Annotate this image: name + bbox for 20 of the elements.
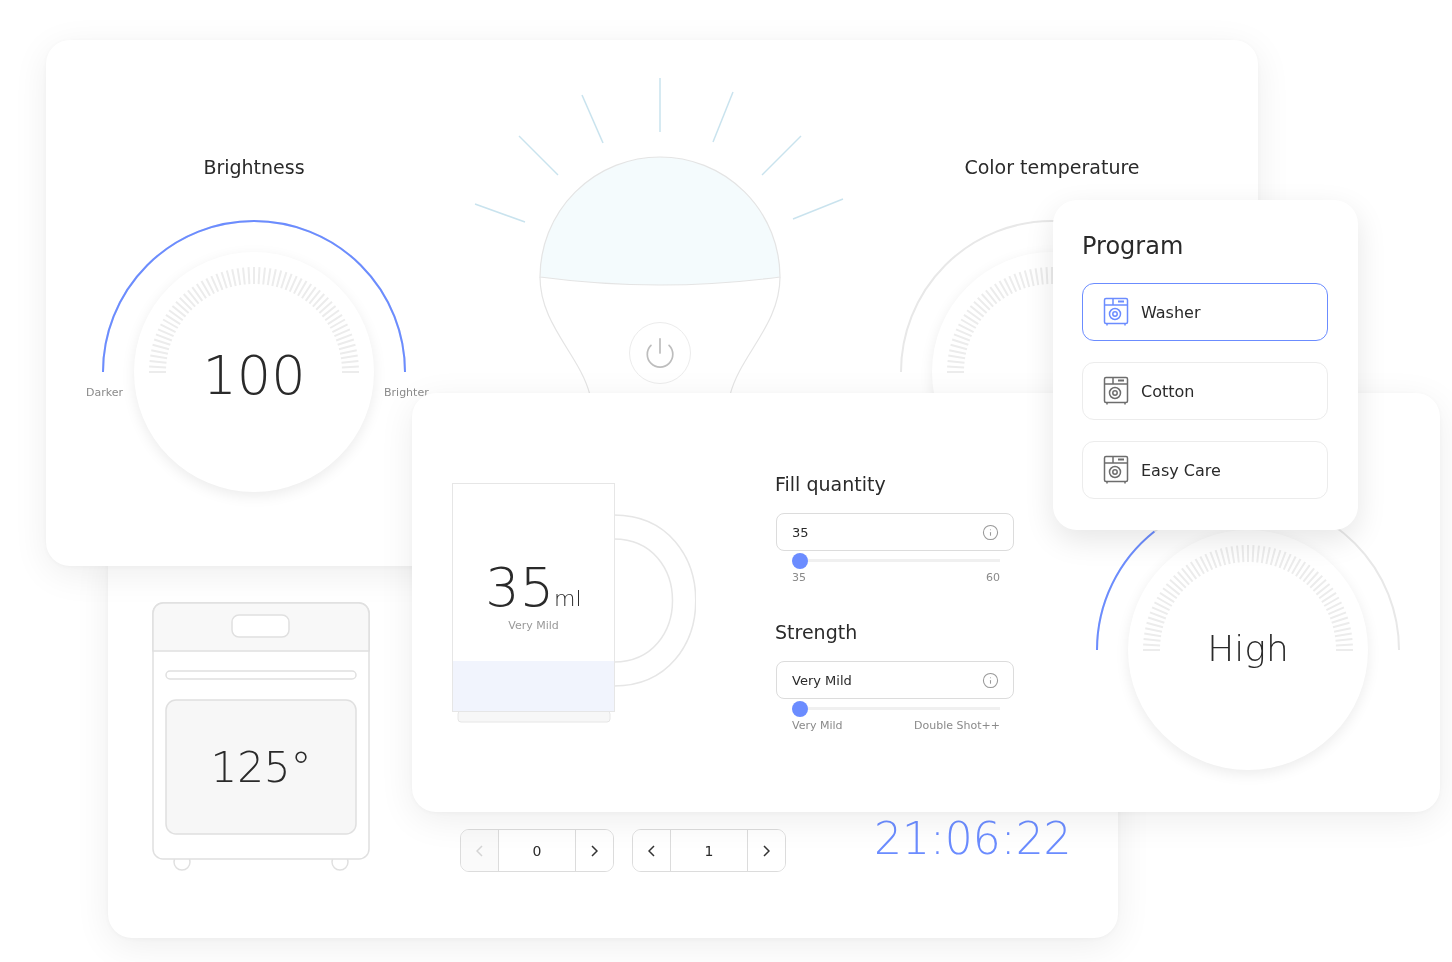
dial-title: Color temperature — [963, 156, 1141, 178]
min-label: Very Mild — [792, 719, 843, 732]
min-label: 35 — [792, 571, 806, 584]
dial-value: High — [1207, 631, 1289, 667]
field-value: Very Mild — [792, 672, 852, 688]
slider-label: Strength — [775, 621, 858, 643]
slider-label: Fill quantity — [775, 473, 886, 495]
dial-title: Brightness — [202, 156, 306, 178]
clock-time: 21:06:22 — [874, 813, 1072, 864]
stepper-value: 1 — [703, 841, 715, 861]
oven-temperature: 125° — [209, 743, 313, 792]
card-title: Program — [1082, 232, 1184, 260]
max-label: 60 — [986, 571, 1000, 584]
stepper-value: 0 — [531, 841, 543, 861]
max-label: Double Shot++ — [914, 719, 1000, 732]
coffee-amount: 35 ml — [484, 556, 583, 619]
field-value: 35 — [792, 524, 809, 540]
min-label: Darker — [86, 386, 123, 399]
strength-caption: Very Mild — [507, 619, 560, 632]
max-label: Brighter — [384, 386, 429, 399]
